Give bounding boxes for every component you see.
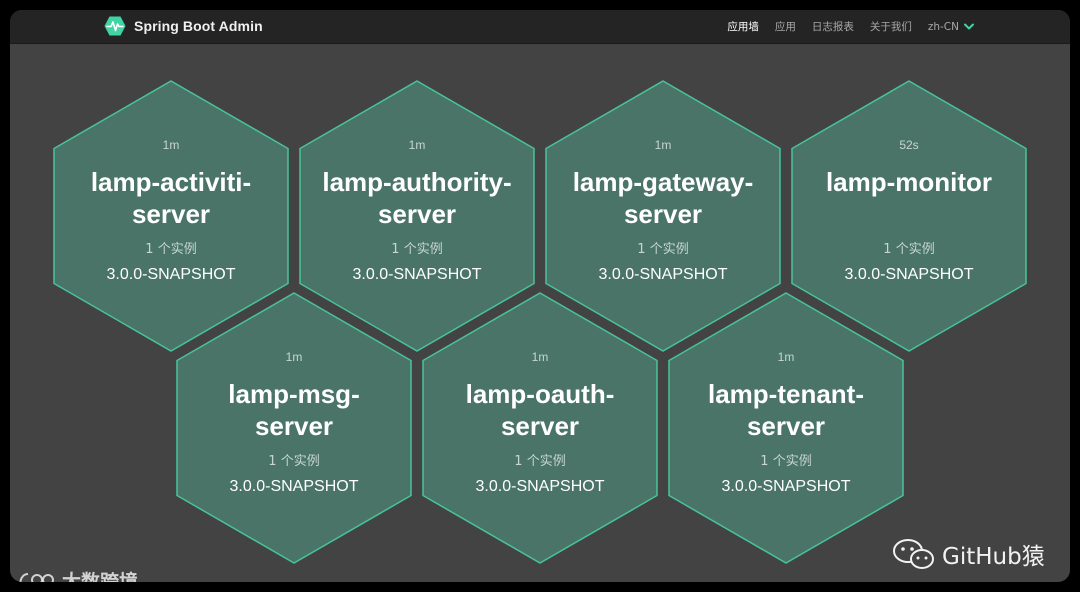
app-instance-count: 1 个实例 [145, 242, 197, 257]
watermark-left: 大数跨境 [18, 567, 138, 582]
watermark-left-text: 大数跨境 [62, 571, 139, 582]
nav-menu: 应用墙 应用 日志报表 关于我们 zh-CN [727, 10, 974, 43]
app-version: 3.0.0-SNAPSHOT [598, 266, 728, 283]
app-name: lamp-gateway-server [572, 167, 754, 229]
app-version: 3.0.0-SNAPSHOT [721, 478, 851, 495]
app-uptime: 1m [531, 350, 549, 364]
app-version: 3.0.0-SNAPSHOT [229, 478, 359, 495]
app-uptime: 1m [408, 138, 426, 152]
app-name: lamp-monitor [825, 167, 993, 197]
app-version: 3.0.0-SNAPSHOT [475, 478, 605, 495]
app-version: 3.0.0-SNAPSHOT [106, 266, 236, 283]
application-hex-tile[interactable]: 1m lamp-msg-server 1 个实例 3.0.0-SNAPSHOT [176, 292, 412, 564]
app-version: 3.0.0-SNAPSHOT [844, 266, 974, 283]
application-hex-tile[interactable]: 1m lamp-oauth-server 1 个实例 3.0.0-SNAPSHOT [422, 292, 658, 564]
nav-item-wallboard[interactable]: 应用墙 [727, 19, 759, 34]
pulse-logo-icon [104, 16, 126, 36]
app-uptime: 1m [777, 350, 795, 364]
app-instance-count: 1 个实例 [760, 454, 812, 469]
app-name: lamp-authority-server [322, 167, 512, 229]
top-navbar: Spring Boot Admin 应用墙 应用 日志报表 关于我们 zh-CN [10, 10, 1070, 44]
nav-item-journal[interactable]: 日志报表 [812, 19, 854, 34]
app-window: Spring Boot Admin 应用墙 应用 日志报表 关于我们 zh-CN… [10, 10, 1070, 582]
app-instance-count: 1 个实例 [883, 242, 935, 257]
nav-item-about[interactable]: 关于我们 [870, 19, 912, 34]
app-uptime: 1m [654, 138, 672, 152]
app-instance-count: 1 个实例 [268, 454, 320, 469]
app-instance-count: 1 个实例 [514, 454, 566, 469]
application-hex-tile[interactable]: 1m lamp-tenant-server 1 个实例 3.0.0-SNAPSHOT [668, 292, 904, 564]
app-name: lamp-oauth-server [465, 379, 615, 441]
nav-item-applications[interactable]: 应用 [775, 19, 796, 34]
app-uptime: 1m [285, 350, 303, 364]
brand-title: Spring Boot Admin [134, 18, 263, 34]
app-name: lamp-tenant-server [708, 379, 864, 441]
language-selector[interactable]: zh-CN [928, 21, 974, 33]
app-uptime: 1m [162, 138, 180, 152]
hex-content: 1m lamp-msg-server 1 个实例 3.0.0-SNAPSHOT [176, 292, 412, 564]
watermark-logo-icon [19, 572, 54, 582]
brand-link[interactable]: Spring Boot Admin [104, 15, 263, 37]
watermark-right: GitHub猿 [892, 537, 1045, 571]
wechat-icon [893, 539, 934, 569]
app-instance-count: 1 个实例 [637, 242, 689, 257]
hex-content: 1m lamp-tenant-server 1 个实例 3.0.0-SNAPSHOT [668, 292, 904, 564]
chevron-down-icon [964, 23, 974, 30]
language-label: zh-CN [927, 20, 959, 33]
app-uptime: 52s [899, 138, 919, 152]
app-name: lamp-msg-server [228, 379, 360, 441]
app-instance-count: 1 个实例 [391, 242, 443, 257]
app-name: lamp-activiti-server [90, 167, 252, 229]
watermark-right-text: GitHub猿 [942, 544, 1045, 570]
app-version: 3.0.0-SNAPSHOT [352, 266, 482, 283]
hex-content: 1m lamp-oauth-server 1 个实例 3.0.0-SNAPSHOT [422, 292, 658, 564]
